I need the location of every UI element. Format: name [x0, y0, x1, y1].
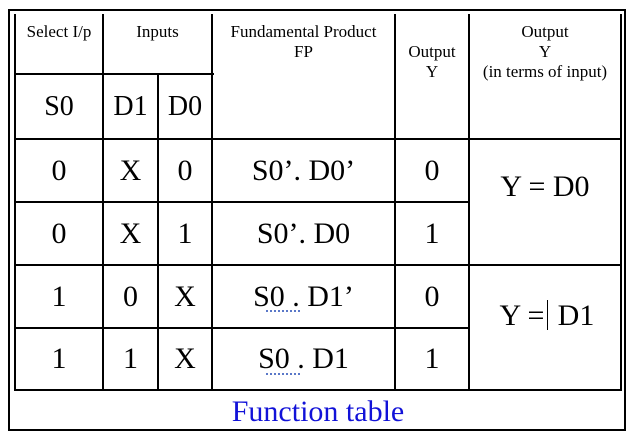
- rule-table-right: [620, 14, 622, 391]
- header-fp-line1: Fundamental Product: [230, 22, 377, 41]
- table-row-3-fp: S0 . D1’: [253, 279, 354, 313]
- table-row-3-output: 0: [424, 279, 440, 313]
- table-row-3-d1: 0: [123, 279, 138, 313]
- subheader-s0: S0: [44, 90, 74, 122]
- header-select-input: Select I/p: [16, 22, 102, 72]
- table-row-1-s0: 0: [51, 153, 67, 187]
- table-row-2-fp: S0’. D0: [256, 216, 351, 250]
- text-cursor: [547, 300, 548, 330]
- table-row-4-d1: 1: [123, 342, 138, 375]
- table-row-2-s0: 0: [51, 216, 67, 250]
- header-output2-line1: Output: [521, 22, 569, 41]
- header-output2-line3: (in terms of input): [482, 62, 608, 81]
- output-group-bottom-right: D1: [557, 299, 595, 332]
- table-caption: Function table: [231, 395, 405, 428]
- subheader-d0: D0: [167, 90, 203, 122]
- header-output-in-terms-of-input: Output Y (in terms of input): [470, 22, 620, 92]
- table-row-1-d0: 0: [177, 153, 193, 187]
- header-output2-line2: Y: [538, 42, 552, 61]
- table-row-2-output: 1: [424, 216, 440, 250]
- header-output: Output Y: [396, 42, 468, 92]
- table-row-2-d0: 1: [177, 216, 193, 250]
- table-row-1-output: 0: [424, 153, 440, 187]
- subheader-d1: D1: [113, 90, 148, 122]
- table-row-4-s0: 1: [51, 342, 67, 375]
- table-row-2-d1: X: [119, 216, 142, 250]
- table-row-4-output: 1: [424, 342, 440, 375]
- rule-table-bottom: [14, 389, 622, 391]
- header-inputs-label: Inputs: [136, 22, 179, 41]
- output-group-top-expression: Y = D0: [500, 170, 590, 203]
- header-output-line2: Y: [425, 62, 439, 81]
- table-row-4-fp: S0 . D1: [258, 342, 349, 375]
- table-row-4-d0: X: [174, 342, 196, 375]
- table-row-3-s0: 1: [51, 279, 67, 313]
- spellcheck-underline-row4: [266, 370, 300, 375]
- header-fp-line2: FP: [294, 42, 313, 61]
- header-select-label: Select I/p: [26, 22, 92, 41]
- table-row-3-d0: X: [174, 279, 196, 313]
- spellcheck-underline-row3: [266, 307, 300, 312]
- output-group-bottom-left: Y =: [499, 299, 545, 332]
- table-row-1-fp: S0’. D0’: [251, 153, 356, 187]
- header-output-line1: Output: [408, 42, 456, 61]
- table-row-1-d1: X: [119, 153, 142, 187]
- header-inputs: Inputs: [104, 22, 211, 72]
- header-fundamental-product: Fundamental Product FP: [213, 22, 394, 72]
